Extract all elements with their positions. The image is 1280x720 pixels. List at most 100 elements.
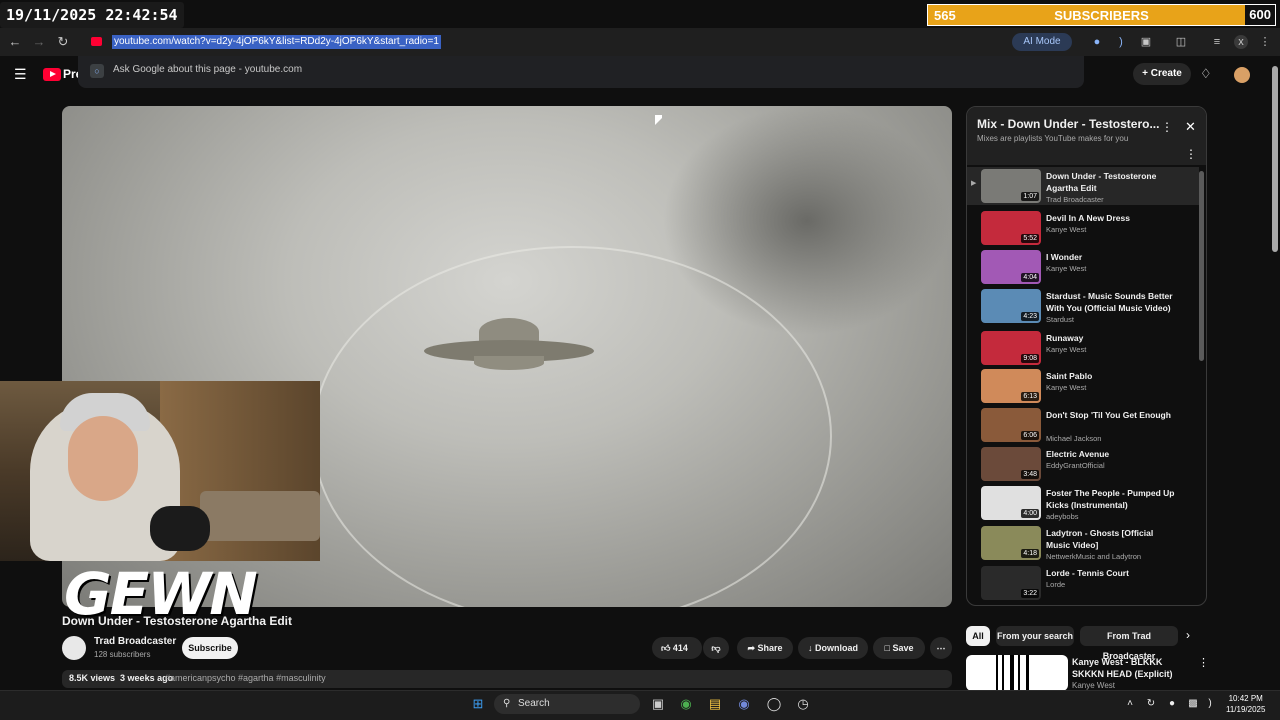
playlist-item[interactable]: 4:04 I Wonder Kanye West <box>967 248 1199 286</box>
playlist-item-thumbnail: 6:06 <box>981 408 1041 442</box>
glass-dome-outline <box>312 246 832 607</box>
sub-goal-label: SUBSCRIBERS <box>1054 8 1149 23</box>
playlist-item[interactable]: 5:52 Devil In A New Dress Kanye West <box>967 209 1199 247</box>
notifications-bell-icon[interactable]: ♢ <box>1200 66 1216 82</box>
playlist-header: Mix - Down Under - Testostero... Mixes a… <box>967 107 1206 165</box>
playlist-item-duration: 4:04 <box>1021 273 1039 282</box>
playlist-more-icon[interactable]: ⋮ <box>1161 120 1173 134</box>
playlist-subtitle: Mixes are playlists YouTube makes for yo… <box>977 134 1129 143</box>
hamburger-menu-icon[interactable]: ☰ <box>14 66 30 82</box>
reload-icon[interactable]: ↻ <box>55 34 71 50</box>
tray-overflow-icon[interactable]: ˄ <box>1124 698 1136 710</box>
split-view-icon[interactable]: ◫ <box>1174 35 1188 49</box>
page-scrollbar[interactable] <box>1272 66 1278 252</box>
playlist-close-icon[interactable]: ✕ <box>1185 119 1196 135</box>
chip-from-your-search[interactable]: From your search <box>996 626 1074 646</box>
network-icon[interactable]: ▩ <box>1187 698 1199 710</box>
ai-mode-button[interactable]: AI Mode <box>1012 33 1072 51</box>
subscribe-button[interactable]: Subscribe <box>182 637 238 659</box>
channel-name[interactable]: Trad Broadcaster <box>94 636 176 647</box>
playlist-item[interactable]: 6:06 Don't Stop 'Til You Get Enough Michae… <box>967 406 1199 444</box>
clock-app-icon[interactable]: ◷ <box>793 694 813 714</box>
obs-icon[interactable]: ◯ <box>764 694 784 714</box>
youtube-logo-icon[interactable] <box>43 68 61 81</box>
chip-all[interactable]: All <box>966 626 990 646</box>
playlist-item-title: Saint Pablo <box>1046 371 1093 381</box>
browser-menu-icon[interactable]: ⋮ <box>1258 35 1272 49</box>
chevron-right-icon[interactable]: › <box>1186 628 1190 642</box>
like-count: 414 <box>672 643 688 653</box>
dislike-button[interactable]: 👎︎ <box>703 637 729 659</box>
playlist-item-artist: Kanye West <box>1046 225 1087 234</box>
playlist-item-thumbnail: 4:23 <box>981 289 1041 323</box>
playlist-item-thumbnail: 4:18 <box>981 526 1041 560</box>
description-box[interactable]: 8.5K views 3 weeks ago #americanpsycho #… <box>62 670 952 688</box>
playlist-options-icon[interactable]: ⋮ <box>1185 147 1197 161</box>
playlist-item[interactable]: 3:48 Electric Avenue EddyGrantOfficial <box>967 445 1199 483</box>
playlist-item-title: Down Under - Testosterone Agartha Edit <box>1046 171 1157 193</box>
playlist-item-artist: Trad Broadcaster <box>1046 195 1104 204</box>
playlist-item-thumbnail: 5:52 <box>981 211 1041 245</box>
profile-icon[interactable]: x <box>1234 35 1248 49</box>
playlist-item-title: I Wonder <box>1046 252 1083 262</box>
channel-avatar[interactable] <box>62 636 86 660</box>
playlist-item-title: Don't Stop 'Til You Get Enough <box>1046 410 1171 420</box>
sync-icon[interactable]: ↻ <box>1145 698 1157 710</box>
playlist-item-thumbnail: 3:22 <box>981 566 1041 600</box>
address-bar[interactable]: youtube.com/watch?v=d2y-4jOP6kY&list=RDd… <box>112 35 441 49</box>
clock-time: 10:42 PM <box>1228 694 1263 703</box>
omnibox-suggestion[interactable]: ○ Ask Google about this page - youtube.c… <box>78 56 1084 88</box>
volume-icon[interactable]: ) <box>1204 698 1216 710</box>
playlist-item[interactable]: 9:08 Runaway Kanye West <box>967 329 1199 367</box>
playlist-title: Mix - Down Under - Testostero... <box>977 117 1160 131</box>
ufo-image <box>424 318 594 388</box>
chrome-icon[interactable]: ◉ <box>676 694 696 714</box>
taskbar-clock[interactable]: 10:42 PM 11/19/2025 <box>1226 693 1265 715</box>
share-button[interactable]: ➦ Share <box>737 637 793 659</box>
clock-date: 11/19/2025 <box>1226 705 1266 714</box>
playlist-item-artist: adeybobs <box>1046 512 1079 521</box>
recommendation-thumbnail[interactable] <box>966 655 1068 691</box>
playlist-item-artist: EddyGrantOfficial <box>1046 461 1105 470</box>
recommendation-title[interactable]: Kanye West - BLKKK SKKKN HEAD (Explicit) <box>1072 656 1187 680</box>
chip-from-channel[interactable]: From Trad Broadcaster <box>1080 626 1178 661</box>
recommendation-channel[interactable]: Kanye West <box>1072 681 1115 690</box>
windows-taskbar <box>0 690 1280 720</box>
playlist-item[interactable]: ▶ 1:07 Down Under - Testosterone Agartha E… <box>967 167 1199 205</box>
playlist-item[interactable]: 4:18 Ladytron - Ghosts [Official Music Vi… <box>967 524 1199 562</box>
playlist-item-thumbnail: 9:08 <box>981 331 1041 365</box>
task-view-icon[interactable]: ▣ <box>648 694 668 714</box>
more-actions-button[interactable]: ⋯ <box>930 637 952 659</box>
now-playing-icon: ▶ <box>971 180 977 187</box>
playlist-scrollbar[interactable] <box>1199 171 1204 361</box>
microphone-icon[interactable]: ● <box>1166 698 1178 710</box>
audio-icon[interactable]: ) <box>1114 35 1128 49</box>
playlist-item[interactable]: 4:23 Stardust - Music Sounds Better With … <box>967 287 1199 325</box>
extensions-icon[interactable]: ▣ <box>1139 35 1153 49</box>
discord-icon[interactable]: ◉ <box>734 694 754 714</box>
forward-icon[interactable]: → <box>31 34 47 50</box>
like-button[interactable]: 👍︎ 414 <box>652 637 702 659</box>
recommendation-more-icon[interactable]: ⋮ <box>1198 656 1209 669</box>
playlist-item-duration: 4:18 <box>1021 549 1039 558</box>
subscriber-goal-bar: 565 SUBSCRIBERS 600 <box>927 4 1276 26</box>
back-icon[interactable]: ← <box>7 34 23 50</box>
playlist-item[interactable]: 6:13 Saint Pablo Kanye West <box>967 367 1199 405</box>
video-hashtags[interactable]: #americanpsycho #agartha #masculinity <box>165 673 326 683</box>
playlist-item-title: Devil In A New Dress <box>1046 213 1130 223</box>
account-avatar[interactable] <box>1234 67 1250 83</box>
media-controls-icon[interactable]: ≡ <box>1210 35 1224 49</box>
save-button[interactable]: □ Save <box>873 637 925 659</box>
playlist-item-thumbnail: 4:04 <box>981 250 1041 284</box>
file-explorer-icon[interactable]: ▤ <box>705 694 725 714</box>
create-button[interactable]: + Create <box>1133 63 1191 85</box>
playlist-item-duration: 3:22 <box>1021 589 1039 598</box>
taskbar-search[interactable]: Search <box>494 694 640 714</box>
download-button[interactable]: ↓ Download <box>798 637 868 659</box>
playlist-item[interactable]: 3:22 Lorde - Tennis Court Lorde <box>967 564 1199 602</box>
playlist-item-title: Lorde - Tennis Court <box>1046 568 1129 578</box>
gemini-icon[interactable]: ● <box>1090 35 1104 49</box>
view-count: 8.5K views <box>69 673 116 683</box>
windows-start-icon[interactable]: ⊞ <box>468 694 488 714</box>
playlist-item[interactable]: 4:00 Foster The People - Pumped Up Kicks … <box>967 484 1199 522</box>
